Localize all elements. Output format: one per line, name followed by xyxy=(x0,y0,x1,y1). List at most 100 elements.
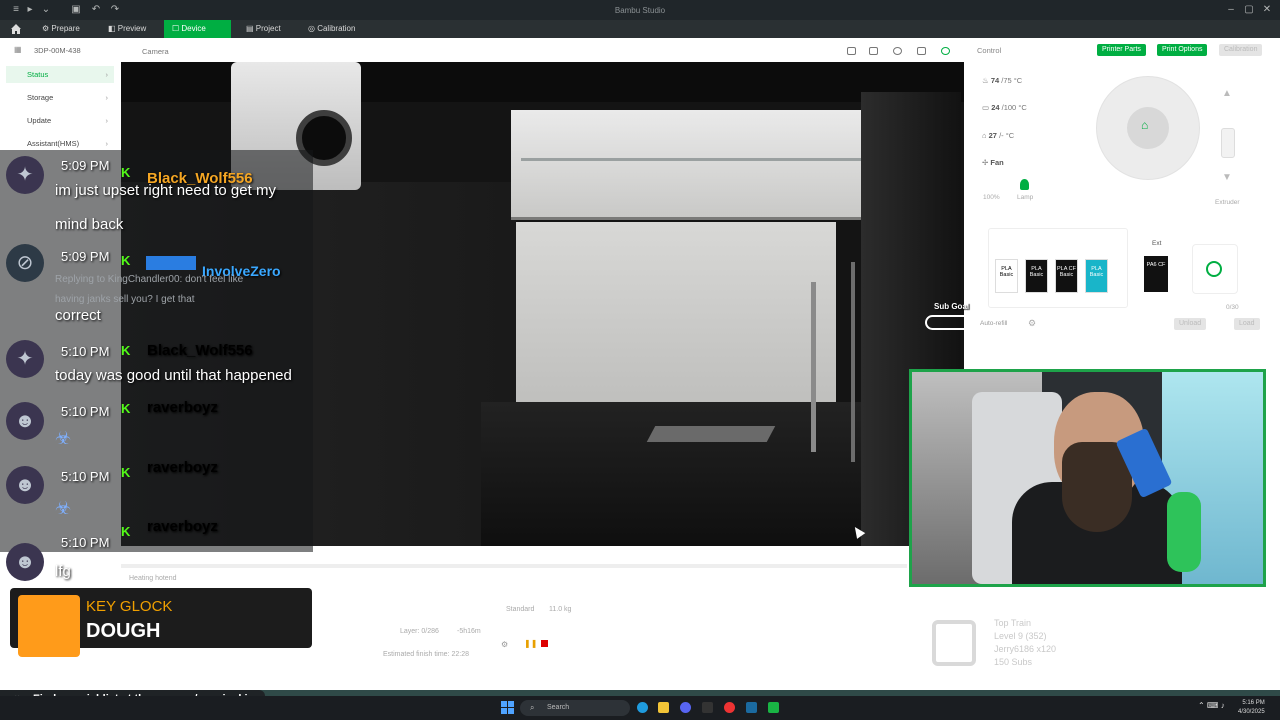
obs-icon[interactable] xyxy=(702,702,713,713)
chat-time: 5:09 PM xyxy=(61,158,110,173)
control-panel: Control Printer Parts Print Options Cali… xyxy=(966,38,1280,338)
ams-slot-2[interactable]: PLA Basic xyxy=(1025,259,1048,293)
axis-jog-dial[interactable]: ⌂ xyxy=(1096,76,1200,180)
stop-button[interactable] xyxy=(541,640,548,647)
ext-label: Ext xyxy=(1152,240,1162,247)
chevron-right-icon: › xyxy=(105,116,109,125)
raver-avatar-icon: ☻ xyxy=(14,410,36,432)
webcam-feed xyxy=(909,369,1266,587)
timelapse-icon[interactable] xyxy=(869,47,878,55)
bed-temp[interactable]: ▭ 24 /100 °C xyxy=(982,103,1027,112)
steam-icon[interactable] xyxy=(746,702,757,713)
tab-prepare[interactable]: ⚙ Prepare xyxy=(34,20,88,38)
circle-slash-icon: ⊘ xyxy=(16,252,34,274)
kick-badge-icon: K xyxy=(121,253,131,268)
chat-text: today was good until that happened xyxy=(55,367,292,384)
chevron-right-icon: › xyxy=(105,93,109,102)
bed-icon: ▭ xyxy=(982,103,990,112)
train-subs: 150 Subs xyxy=(994,657,1033,667)
search-label: Search xyxy=(547,704,570,711)
home-icon[interactable] xyxy=(10,23,22,35)
unload-button[interactable]: Unload xyxy=(1174,318,1207,330)
chat-time: 5:10 PM xyxy=(61,344,110,359)
taskbar-search[interactable]: ⌕ Search xyxy=(520,700,630,716)
ams-settings-icon[interactable]: ⚙ xyxy=(1028,318,1036,329)
settings-icon[interactable] xyxy=(941,47,950,55)
windows-start-icon[interactable] xyxy=(501,701,514,714)
close-button[interactable]: ✕ xyxy=(1261,4,1273,16)
printer-selector[interactable]: 3DP-00M-438 xyxy=(34,46,81,55)
kick-badge-icon: K xyxy=(121,465,131,480)
z-up-button[interactable]: ▲ xyxy=(1222,88,1232,99)
wolf-avatar-icon: ✦ xyxy=(16,164,34,186)
ams-slot-4[interactable]: PLA Basic xyxy=(1085,259,1108,293)
pause-button[interactable]: ❚❚ xyxy=(524,639,537,648)
chrome-icon[interactable] xyxy=(724,702,735,713)
tab-preview[interactable]: ◧ Preview xyxy=(100,20,154,38)
ams-slot-3[interactable]: PLA CF Basic xyxy=(1055,259,1078,293)
tab-calibration[interactable]: ◎ Calibration xyxy=(300,20,363,38)
gantry xyxy=(511,110,891,220)
minimize-button[interactable]: – xyxy=(1225,4,1237,16)
z-down-button[interactable]: ▼ xyxy=(1222,172,1232,183)
song-title: DOUGH xyxy=(86,620,161,642)
avatar: ☻ xyxy=(6,543,44,581)
sidebar-item-storage[interactable]: Storage › xyxy=(6,89,114,106)
printer-parts-button[interactable]: Printer Parts xyxy=(1097,44,1146,56)
tab-device[interactable]: ☐ Device xyxy=(164,20,231,38)
load-button[interactable]: Load xyxy=(1234,318,1260,330)
live-icon[interactable] xyxy=(893,47,902,55)
chat-time: 5:10 PM xyxy=(61,535,110,550)
sidebar-item-status[interactable]: Status › xyxy=(6,66,114,83)
kick-badge-icon: K xyxy=(121,524,131,539)
sidebar-item-label: Status xyxy=(27,70,49,79)
maximize-button[interactable]: ▢ xyxy=(1243,4,1255,16)
clock-date: 4/30/2025 xyxy=(1238,709,1265,715)
chat-username: raverboyz xyxy=(147,459,218,476)
screenshot-icon[interactable] xyxy=(917,47,926,55)
kick-badge-icon: K xyxy=(121,165,131,180)
camera-label: Camera xyxy=(142,47,169,56)
chat-text-2: mind back xyxy=(55,216,124,233)
bambu-studio-icon[interactable] xyxy=(768,702,779,713)
alien-emote-icon: ☣ xyxy=(55,498,72,518)
weight-value: 11.0 kg xyxy=(549,606,572,613)
record-icon[interactable] xyxy=(847,47,856,55)
tab-preview-label: Preview xyxy=(117,24,147,33)
fan-control[interactable]: ✢ Fan xyxy=(982,158,1004,167)
chamber-temp[interactable]: ⌂ 27 /- °C xyxy=(982,131,1014,140)
print-bed xyxy=(481,402,901,546)
tab-prepare-label: Prepare xyxy=(51,24,80,33)
auto-refill-button[interactable]: Auto-refill xyxy=(980,320,1007,327)
calibration-button[interactable]: Calibration xyxy=(1219,44,1263,56)
chat-text: correct xyxy=(55,307,101,324)
kick-badge-icon: K xyxy=(121,343,131,358)
extruder-toggle[interactable] xyxy=(1221,128,1235,158)
sub-goal-label: Sub Goal xyxy=(934,302,970,311)
nozzle-temp[interactable]: ♨ 74 /75 °C xyxy=(982,76,1022,85)
sidebar-item-update[interactable]: Update › xyxy=(6,112,114,129)
chat-time: 5:10 PM xyxy=(61,469,110,484)
system-tray-icon[interactable]: ⌃ ⌨ ♪ xyxy=(1198,701,1225,710)
explorer-icon[interactable] xyxy=(658,702,669,713)
lamp-icon[interactable] xyxy=(1020,179,1029,190)
chat-username: raverboyz xyxy=(147,399,218,416)
progress-bar xyxy=(121,564,907,568)
extruder-status-icon xyxy=(1206,261,1222,277)
print-options-button[interactable]: Print Options xyxy=(1157,44,1208,56)
edge-icon[interactable] xyxy=(637,702,648,713)
finish-time: Estimated finish time: 22:28 xyxy=(383,651,469,658)
clock-time: 5:16 PM xyxy=(1242,700,1265,706)
external-spool[interactable]: PA6 CF xyxy=(1144,256,1168,292)
clock[interactable]: 5:16 PM 4/30/2025 xyxy=(1238,699,1265,717)
camera-header: Camera xyxy=(121,38,966,62)
ams-slot-1[interactable]: PLA Basic xyxy=(995,259,1018,293)
discord-icon[interactable] xyxy=(680,702,691,713)
tab-project[interactable]: ▤ Project xyxy=(238,20,289,38)
build-plate-label xyxy=(646,426,776,442)
hype-train: Top Train Level 9 (352) Jerry6186 x120 1… xyxy=(932,618,1132,674)
avatar: ⊘ xyxy=(6,244,44,282)
extruder-label: Extruder xyxy=(1215,199,1240,206)
settings-icon[interactable]: ⚙ xyxy=(501,640,508,649)
gantry-rod xyxy=(521,158,891,161)
